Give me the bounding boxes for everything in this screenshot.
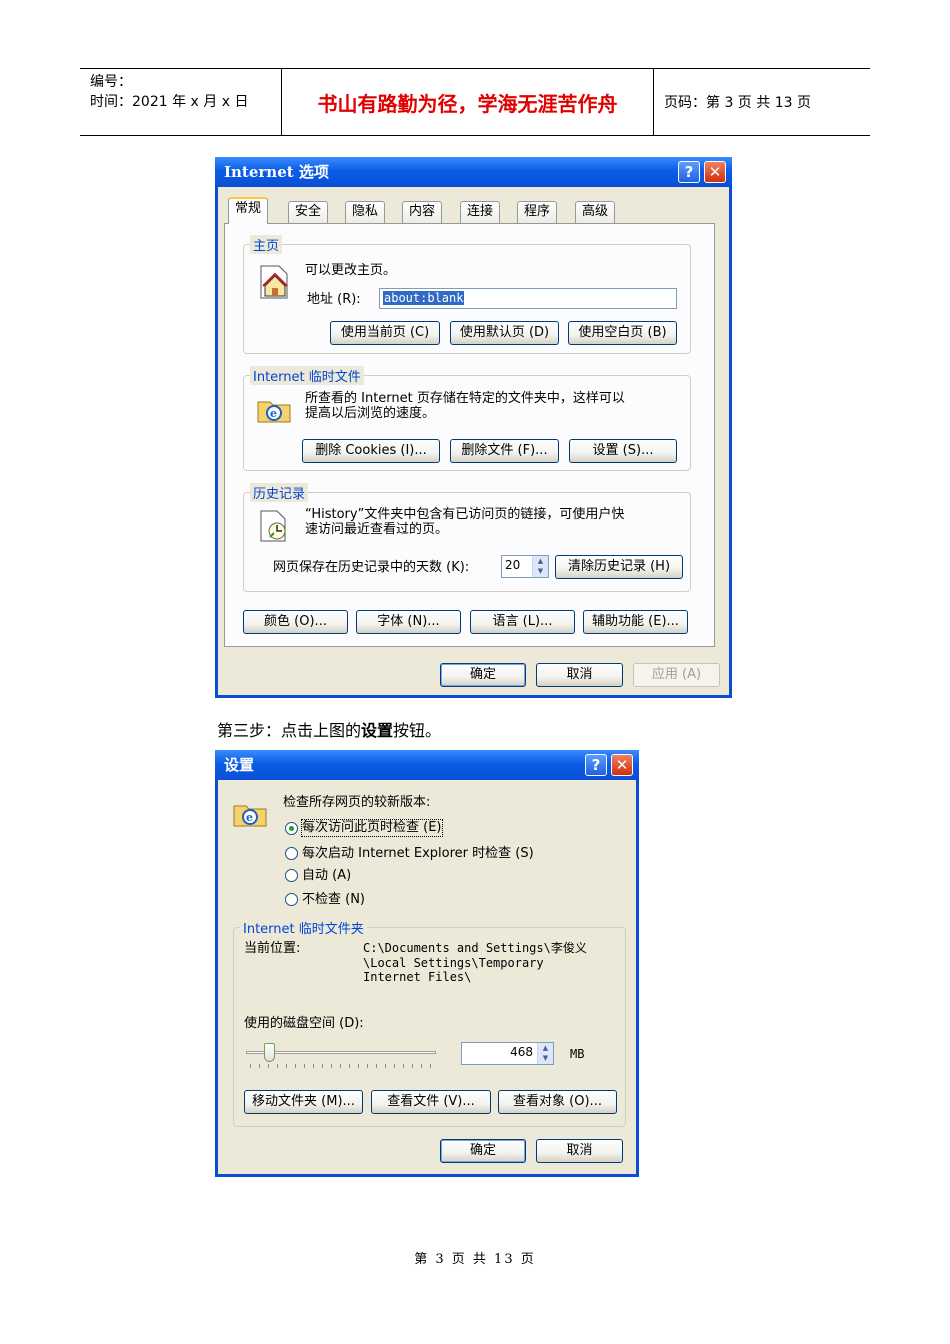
disk-space-slider[interactable]: [246, 1042, 436, 1068]
temp-files-desc-1: 所查看的 Internet 页存储在特定的文件夹中，这样可以: [305, 391, 625, 406]
radio-automatic[interactable]: [285, 869, 298, 882]
svg-text:e: e: [246, 811, 253, 824]
internet-options-dialog: Internet 选项 ? ✕ 常规 安全 隐私 内容 连接 程序 高级 主页 …: [215, 157, 732, 698]
disk-space-label: 使用的磁盘空间 (D):: [244, 1016, 364, 1031]
address-value: about:blank: [383, 291, 465, 305]
history-desc-2: 速访问最近查看过的页。: [305, 522, 449, 537]
view-files-button[interactable]: 查看文件 (V)...: [371, 1090, 491, 1114]
tab-connections[interactable]: 连接: [460, 201, 501, 223]
languages-button[interactable]: 语言 (L)...: [470, 610, 575, 634]
help-icon[interactable]: ?: [678, 161, 700, 183]
temp-files-desc-2: 提高以后浏览的速度。: [305, 406, 436, 421]
tab-security[interactable]: 安全: [288, 201, 329, 223]
address-input[interactable]: about:blank: [379, 288, 677, 309]
step-caption-prefix: 第三步：点击上图的: [217, 721, 362, 740]
header-meta: 编号： 时间：2021 年 x 月 x 日: [80, 69, 282, 135]
settings-cancel-button[interactable]: 取消: [536, 1139, 623, 1163]
motto: 书山有路勤为径，学海无涯苦作舟: [282, 69, 654, 135]
temp-settings-button[interactable]: 设置 (S)...: [569, 439, 677, 463]
step-caption-suffix: 按钮。: [393, 721, 442, 740]
option-never[interactable]: 不检查 (N): [302, 892, 365, 908]
cancel-button[interactable]: 取消: [536, 663, 623, 687]
radio-never[interactable]: [285, 893, 298, 906]
tab-programs[interactable]: 程序: [517, 201, 558, 223]
history-group-label: 历史记录: [250, 483, 309, 502]
history-clock-icon: [260, 510, 286, 542]
colors-button[interactable]: 颜色 (O)...: [243, 610, 348, 634]
use-current-button[interactable]: 使用当前页 (C): [330, 321, 440, 345]
help-icon[interactable]: ?: [585, 754, 607, 776]
spin-up-icon[interactable]: ▲: [537, 1043, 553, 1053]
temp-folder-group: Internet 临时文件夹 当前位置: C:\Documents and Se…: [233, 918, 626, 1127]
page-footer: 第 3 页 共 13 页: [414, 1252, 536, 1267]
disk-space-unit: MB: [570, 1047, 585, 1061]
temp-files-group: Internet 临时文件 e 所查看的 Internet 页存储在特定的文件夹…: [243, 366, 691, 471]
settings-title: 设置: [215, 750, 639, 780]
delete-files-button[interactable]: 删除文件 (F)...: [450, 439, 559, 463]
settings-ok-button[interactable]: 确定: [440, 1139, 526, 1163]
settings-dialog: 设置 ? ✕ e 检查所存网页的较新版本: 每次访问此页时检查 (E) 每次启动…: [215, 750, 639, 1177]
number-label: 编号：: [90, 74, 132, 90]
slider-thumb[interactable]: [264, 1043, 275, 1062]
use-default-button[interactable]: 使用默认页 (D): [450, 321, 559, 345]
disk-space-input[interactable]: 468 ▲ ▼: [461, 1042, 554, 1065]
spin-up-icon[interactable]: ▲: [532, 556, 548, 566]
clear-history-button[interactable]: 清除历史记录 (H): [555, 555, 683, 579]
fonts-button[interactable]: 字体 (N)...: [356, 610, 461, 634]
tab-privacy[interactable]: 隐私: [345, 201, 386, 223]
location-label: 当前位置:: [244, 941, 301, 956]
radio-every-visit[interactable]: [285, 822, 298, 835]
spin-down-icon[interactable]: ▼: [532, 566, 548, 577]
general-tab-panel: 主页 可以更改主页。 地址 (R): about:blank 使用当前页 (C)…: [224, 223, 715, 647]
spin-down-icon[interactable]: ▼: [537, 1053, 553, 1064]
delete-cookies-button[interactable]: 删除 Cookies (I)...: [302, 439, 440, 463]
tab-content[interactable]: 内容: [402, 201, 443, 223]
close-icon[interactable]: ✕: [611, 754, 633, 776]
option-automatic[interactable]: 自动 (A): [302, 868, 351, 884]
step-caption: 第三步：点击上图的设置按钮。: [217, 717, 441, 741]
homepage-group: 主页 可以更改主页。 地址 (R): about:blank 使用当前页 (C)…: [243, 235, 691, 354]
history-days-input[interactable]: 20 ▲ ▼: [501, 555, 549, 578]
radio-every-start[interactable]: [285, 847, 298, 860]
option-every-start[interactable]: 每次启动 Internet Explorer 时检查 (S): [302, 846, 534, 862]
location-line-2: \Local Settings\Temporary: [363, 956, 544, 970]
use-blank-button[interactable]: 使用空白页 (B): [568, 321, 677, 345]
close-icon[interactable]: ✕: [704, 161, 726, 183]
temp-files-group-label: Internet 临时文件: [250, 366, 364, 385]
move-folder-button[interactable]: 移动文件夹 (M)...: [244, 1090, 363, 1114]
history-group: 历史记录 “History”文件夹中包含有已访问页的链接，可使用户快 速访问最近…: [243, 483, 691, 592]
page-label: 页码：第 3 页 共 13 页: [664, 95, 811, 111]
apply-button[interactable]: 应用 (A): [633, 663, 720, 687]
address-label: 地址 (R):: [307, 292, 361, 307]
dialog-title: Internet 选项: [215, 157, 732, 187]
view-objects-button[interactable]: 查看对象 (O)...: [498, 1090, 617, 1114]
ok-button[interactable]: 确定: [440, 663, 526, 687]
option-every-visit[interactable]: 每次访问此页时检查 (E): [301, 819, 443, 837]
step-caption-bold: 设置: [361, 721, 394, 740]
location-line-1: C:\Documents and Settings\李俊义: [363, 941, 587, 955]
tab-advanced[interactable]: 高级: [575, 201, 616, 223]
ie-folder-icon: e: [257, 401, 291, 423]
check-label: 检查所存网页的较新版本:: [283, 795, 431, 810]
homepage-desc: 可以更改主页。: [305, 263, 397, 278]
tab-general[interactable]: 常规: [228, 197, 269, 224]
document-header: 编号： 时间：2021 年 x 月 x 日 书山有路勤为径，学海无涯苦作舟 页码…: [80, 68, 870, 136]
location-line-3: Internet Files\: [363, 970, 472, 984]
accessibility-button[interactable]: 辅助功能 (E)...: [583, 610, 688, 634]
ie-folder-icon: e: [233, 805, 267, 827]
svg-text:e: e: [270, 407, 277, 420]
history-days-label: 网页保存在历史记录中的天数 (K):: [273, 560, 470, 575]
temp-folder-group-label: Internet 临时文件夹: [240, 918, 367, 937]
home-page-icon: [260, 265, 288, 299]
time-label: 时间：2021 年 x 月 x 日: [90, 94, 249, 110]
history-days-value: 20: [505, 558, 521, 572]
homepage-group-label: 主页: [250, 235, 283, 254]
disk-space-value: 468: [510, 1045, 533, 1059]
history-desc-1: “History”文件夹中包含有已访问页的链接，可使用户快: [305, 507, 625, 522]
slider-ticks: [250, 1064, 432, 1068]
